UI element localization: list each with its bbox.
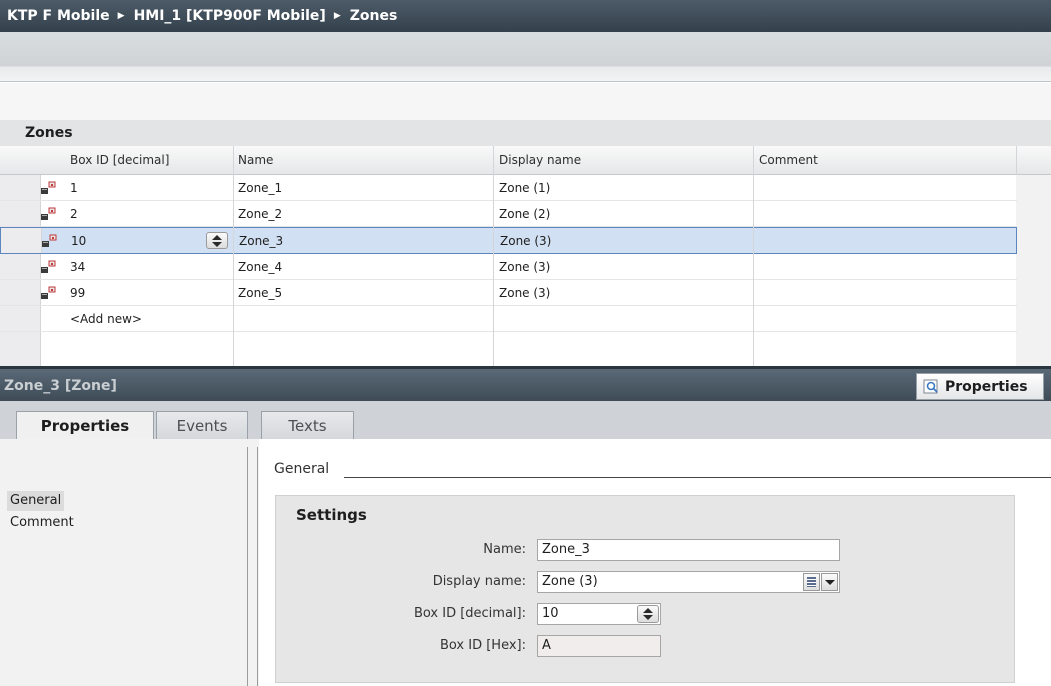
name-field-value: Zone_3 [542,542,590,557]
settings-group: Settings Name: Zone_3 Display name: Zone… [275,495,1015,683]
box-id-stepper[interactable] [637,605,659,623]
zone-device-icon [41,260,56,273]
name-field[interactable]: Zone_3 [537,539,840,561]
editor-strip [0,83,1051,120]
box-id-stepper[interactable] [206,232,228,249]
properties-nav: General Comment [0,439,247,686]
box-id-decimal-label: Box ID [decimal]: [413,606,526,621]
cell-name[interactable]: Zone_2 [238,207,282,221]
zone-device-icon [41,207,56,220]
table-row[interactable]: 34 Zone_4 Zone (3) [0,254,1017,280]
panel-splitter[interactable] [247,447,258,686]
cell-display-name[interactable]: Zone (3) [499,286,550,300]
cell-box-id[interactable]: 34 [70,260,85,274]
nav-item-comment[interactable]: Comment [7,513,77,533]
breadcrumb-item-device[interactable]: HMI_1 [KTP900F Mobile] [134,8,326,24]
box-id-decimal-value: 10 [542,606,559,621]
cell-display-name[interactable]: Zone (3) [499,260,550,274]
zones-table: Box ID [decimal] Name Display name Comme… [0,146,1051,366]
inspector-header: Zone_3 [Zone] Properties [0,366,1051,401]
cell-display-name[interactable]: Zone (2) [499,207,550,221]
display-name-label: Display name: [432,574,526,589]
chevron-right-icon: ▶ [333,11,341,21]
zone-device-icon [41,181,56,194]
column-header-display-name[interactable]: Display name [499,153,581,167]
chevron-right-icon: ▶ [117,11,125,21]
cell-name[interactable]: Zone_5 [238,286,282,300]
box-id-hex-field: A [537,635,661,657]
cell-box-id[interactable]: 2 [70,207,78,221]
box-id-hex-label: Box ID [Hex]: [439,638,526,653]
table-row[interactable]: 99 Zone_5 Zone (3) [0,280,1017,306]
name-label: Name: [483,542,526,557]
section-title-general: General [274,461,330,477]
section-divider [344,477,1051,478]
cell-name[interactable]: Zone_3 [239,234,283,248]
inspector-title: Zone_3 [Zone] [4,378,117,394]
properties-content: General Settings Name: Zone_3 Display na… [259,439,1051,686]
box-id-decimal-field[interactable]: 10 [537,603,661,625]
cell-name[interactable]: Zone_4 [238,260,282,274]
editor-toolbar [0,32,1051,82]
empty-row [0,332,1017,366]
box-id-hex-value: A [542,638,551,653]
tab-properties[interactable]: Properties [16,411,154,440]
tab-events[interactable]: Events [156,411,248,439]
table-row-selected[interactable]: 10 Zone_3 Zone (3) [0,227,1017,254]
breadcrumb-item-project[interactable]: KTP F Mobile [7,8,110,24]
add-new-link[interactable]: <Add new> [70,312,142,326]
zone-device-icon [41,286,56,299]
zone-device-icon [42,234,57,247]
table-row[interactable]: 1 Zone_1 Zone (1) [0,175,1017,201]
text-list-icon[interactable] [803,573,820,591]
column-header-name[interactable]: Name [238,153,273,167]
table-row[interactable]: 2 Zone_2 Zone (2) [0,201,1017,227]
nav-item-general[interactable]: General [7,491,65,511]
cell-display-name[interactable]: Zone (3) [500,234,551,248]
breadcrumb-item-zones[interactable]: Zones [350,8,398,24]
breadcrumb: KTP F Mobile ▶ HMI_1 [KTP900F Mobile] ▶ … [0,0,1051,32]
cell-name[interactable]: Zone_1 [238,181,282,195]
cell-box-id[interactable]: 10 [71,234,86,248]
magnifier-icon [923,379,938,394]
column-header-comment[interactable]: Comment [759,153,818,167]
settings-title: Settings [296,506,367,524]
display-name-field[interactable]: Zone (3) [537,571,840,593]
tab-texts[interactable]: Texts [261,411,354,439]
column-header-box-id[interactable]: Box ID [decimal] [70,153,169,167]
add-new-row[interactable]: <Add new> [0,306,1017,332]
cell-box-id[interactable]: 1 [70,181,78,195]
chevron-down-icon[interactable] [821,573,838,591]
cell-display-name[interactable]: Zone (1) [499,181,550,195]
inspector-tabs: Properties Events Texts [0,401,1051,440]
zones-table-title: Zones [0,120,1051,146]
properties-panel: General Comment General Settings Name: Z… [0,439,1051,686]
table-header: Box ID [decimal] Name Display name Comme… [0,146,1051,175]
cell-box-id[interactable]: 99 [70,286,85,300]
properties-button-label: Properties [945,378,1028,395]
properties-button[interactable]: Properties [916,373,1044,400]
display-name-field-value: Zone (3) [542,574,598,589]
table-filler-column [1016,175,1051,366]
